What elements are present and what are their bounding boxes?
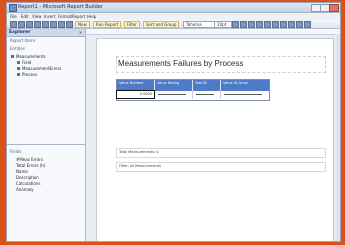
filter-button[interactable]: Filter [124, 21, 140, 28]
save-icon[interactable] [26, 21, 33, 28]
field-placeholder [158, 94, 186, 95]
table-cell[interactable] [221, 91, 269, 99]
filter-label: Filter: all Measurements [119, 164, 161, 168]
zoom-icon[interactable] [304, 21, 311, 28]
column-header[interactable]: Value ID Array [221, 80, 269, 91]
report-table[interactable]: Value Number Value Rating Test ID Value … [116, 79, 270, 101]
tree-item-process[interactable]: Process [22, 72, 37, 77]
menu-help[interactable]: Help [87, 13, 96, 20]
report-page[interactable]: Measurements Failures by Process Value N… [96, 38, 334, 241]
entity-icon [11, 55, 14, 58]
tree-item-measurement-errors[interactable]: MeasurementErrors [22, 66, 61, 71]
field-item[interactable]: Calculations [16, 181, 40, 186]
field-icon [17, 73, 20, 76]
field-icon [17, 61, 20, 64]
field-item[interactable]: Name [16, 169, 28, 174]
filter-textbox[interactable]: Filter: all Measurements [116, 162, 326, 172]
report-builder-window: Report1 - Microsoft Report Builder File … [6, 2, 341, 242]
explorer-header: Explorer × [7, 29, 85, 37]
app-icon [9, 4, 17, 12]
font-size-select[interactable]: 10pt [214, 21, 232, 28]
italic-icon[interactable] [240, 21, 247, 28]
cut-icon[interactable] [42, 21, 49, 28]
undo-icon[interactable] [66, 21, 73, 28]
field-item[interactable]: #Meas Errors [16, 157, 43, 162]
menu-edit[interactable]: Edit [21, 13, 29, 20]
open-icon[interactable] [18, 21, 25, 28]
total-textbox[interactable]: Total Measurements: 0 [116, 148, 326, 158]
report-title[interactable]: Measurements Failures by Process [118, 59, 268, 69]
align-left-icon[interactable] [256, 21, 263, 28]
menu-view[interactable]: View [32, 13, 42, 20]
fields-label: Fields [10, 149, 22, 154]
tree-item-measurements[interactable]: Measurements [16, 54, 46, 59]
fill-color-icon[interactable] [288, 21, 295, 28]
report-items-label: Report Items [10, 38, 36, 43]
menu-report[interactable]: Report [72, 13, 85, 20]
print-icon[interactable] [34, 21, 41, 28]
close-icon[interactable]: × [78, 30, 83, 35]
font-color-icon[interactable] [280, 21, 287, 28]
new-report-button[interactable]: New [75, 21, 90, 28]
toolbar: New Run Report Filter Sort and Group Tah… [7, 20, 340, 29]
align-center-icon[interactable] [264, 21, 271, 28]
column-header[interactable]: Test ID [193, 80, 221, 91]
tree-item-field[interactable]: Field [22, 60, 31, 65]
align-right-icon[interactable] [272, 21, 279, 28]
copy-icon[interactable] [50, 21, 57, 28]
design-canvas: Measurements Failures by Process Value N… [86, 29, 340, 241]
field-placeholder [224, 94, 262, 95]
field-item[interactable]: Description [16, 175, 39, 180]
table-cell[interactable] [193, 91, 221, 99]
panel-divider[interactable] [7, 144, 85, 145]
explorer-title: Explorer [9, 30, 31, 35]
menu-insert[interactable]: Insert [44, 13, 55, 20]
ruler [86, 29, 340, 35]
total-label: Total Measurements: 0 [119, 150, 159, 154]
title-bar: Report1 - Microsoft Report Builder [7, 3, 340, 13]
close-button[interactable] [329, 4, 339, 12]
underline-icon[interactable] [248, 21, 255, 28]
sort-group-button[interactable]: Sort and Group [143, 21, 180, 28]
field-icon [17, 67, 20, 70]
run-report-button[interactable]: Run Report [93, 21, 122, 28]
menu-file[interactable]: File [10, 13, 17, 20]
section-label: Entities [10, 46, 25, 51]
column-header[interactable]: Value Rating [155, 80, 193, 91]
selection-outline [116, 90, 155, 99]
vertical-scrollbar[interactable] [336, 34, 340, 241]
field-placeholder [196, 94, 214, 95]
font-name-select[interactable]: Tahoma [183, 21, 215, 28]
explorer-panel: Explorer × Report Items Entities Measure… [7, 29, 86, 241]
table-cell[interactable] [155, 91, 193, 99]
border-icon[interactable] [296, 21, 303, 28]
field-item[interactable]: Total Errors (h) [16, 163, 45, 168]
paste-icon[interactable] [58, 21, 65, 28]
window-title: Report1 - Microsoft Report Builder [18, 4, 103, 10]
menu-bar: File Edit View Insert Format Report Help [7, 13, 340, 20]
new-icon[interactable] [10, 21, 17, 28]
menu-format[interactable]: Format [58, 13, 72, 20]
bold-icon[interactable] [232, 21, 239, 28]
field-item[interactable]: Anomaly [16, 187, 34, 192]
